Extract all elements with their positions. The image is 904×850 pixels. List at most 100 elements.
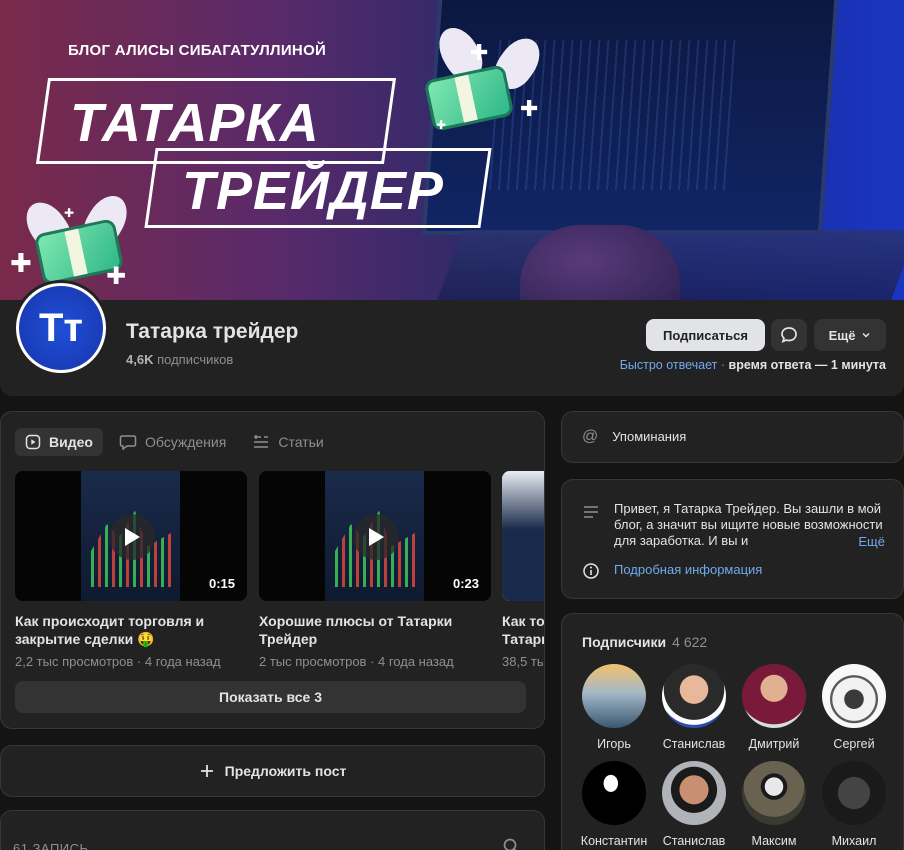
avatar bbox=[822, 664, 886, 728]
video-meta: 38,5 тыс bbox=[502, 654, 544, 669]
avatar bbox=[662, 761, 726, 825]
plus-icon bbox=[200, 765, 213, 777]
suggest-post-card[interactable]: Предложить пост bbox=[0, 745, 545, 797]
cross-sparkle-icon: ✚ bbox=[10, 248, 32, 278]
feed-card: 61 ЗАПИСЬ bbox=[0, 810, 545, 850]
video-duration: 0:23 bbox=[452, 576, 479, 591]
group-name: Татарка трейдер bbox=[126, 320, 299, 343]
member-item[interactable]: Дмитрий bbox=[734, 664, 814, 751]
avatar bbox=[742, 761, 806, 825]
cover-title-line2: ТРЕЙДЕР bbox=[182, 161, 444, 221]
members-card: Подписчики 4 622 Игорь Станислав Дмитрий … bbox=[561, 613, 904, 850]
tab-discussions[interactable]: Обсуждения bbox=[109, 428, 236, 456]
avatar-letters: Тт bbox=[16, 283, 106, 373]
chevron-down-icon bbox=[862, 332, 870, 338]
cover-banner: БЛОГ АЛИСЫ СИБАГАТУЛЛИНОЙ ТАТАРКА ТРЕЙДЕ… bbox=[0, 0, 904, 300]
video-icon bbox=[25, 434, 41, 450]
article-icon bbox=[254, 435, 269, 448]
details-link[interactable]: Подробная информация bbox=[614, 562, 762, 577]
search-icon[interactable] bbox=[502, 837, 520, 850]
members-header[interactable]: Подписчики 4 622 bbox=[582, 634, 707, 650]
video-thumbnail[interactable] bbox=[502, 471, 544, 601]
more-label: Ещё bbox=[828, 327, 856, 343]
member-name: Станислав bbox=[662, 737, 726, 751]
group-avatar[interactable]: Тт bbox=[13, 280, 109, 376]
more-button[interactable]: Ещё bbox=[814, 319, 886, 351]
subscribers-label: подписчиков bbox=[157, 352, 234, 367]
tab-articles-label: Статьи bbox=[278, 434, 324, 450]
member-item[interactable]: Максим bbox=[734, 761, 814, 848]
video-title[interactable]: Как то Татарк bbox=[502, 612, 544, 648]
video-frame bbox=[502, 471, 544, 601]
member-name: Михаил bbox=[831, 834, 877, 848]
mentions-row: @ Упоминания bbox=[582, 429, 686, 445]
video-card[interactable]: 0:23 Хорошие плюсы от Татарки Трейдер 2 т… bbox=[259, 471, 491, 669]
cross-sparkle-icon: ✚ bbox=[470, 40, 489, 65]
cover-blog-caption: БЛОГ АЛИСЫ СИБАГАТУЛЛИНОЙ bbox=[68, 42, 327, 59]
members-count: 4 622 bbox=[672, 634, 708, 650]
avatar bbox=[582, 761, 646, 825]
at-icon: @ bbox=[582, 428, 599, 445]
cross-sparkle-icon: ✚ bbox=[106, 263, 127, 290]
avatar bbox=[662, 664, 726, 728]
hand-decoration bbox=[520, 225, 680, 300]
video-title[interactable]: Хорошие плюсы от Татарки Трейдер bbox=[259, 612, 491, 648]
tab-articles[interactable]: Статьи bbox=[242, 428, 333, 456]
info-icon bbox=[583, 563, 599, 579]
member-name: Сергей bbox=[833, 737, 875, 751]
about-more-link[interactable]: Ещё bbox=[828, 534, 885, 549]
mentions-label: Упоминания bbox=[612, 429, 687, 444]
member-name: Максим bbox=[751, 834, 797, 848]
cross-sparkle-icon: ✚ bbox=[64, 206, 75, 220]
message-icon bbox=[781, 327, 797, 344]
video-title[interactable]: Как происходит торговля и закрытие сделки… bbox=[15, 612, 247, 648]
avatar bbox=[822, 761, 886, 825]
play-icon[interactable] bbox=[109, 514, 155, 560]
subscribe-button[interactable]: Подписаться bbox=[646, 319, 765, 351]
member-item[interactable]: Станислав bbox=[654, 761, 734, 848]
member-name: Игорь bbox=[597, 737, 631, 751]
subscribers-summary[interactable]: 4,6K подписчиков bbox=[126, 352, 233, 367]
description-icon bbox=[584, 506, 598, 518]
member-item[interactable]: Константин bbox=[574, 761, 654, 848]
play-icon[interactable] bbox=[353, 514, 399, 560]
members-title: Подписчики bbox=[582, 634, 667, 650]
chat-icon bbox=[119, 435, 137, 450]
member-name: Станислав bbox=[662, 834, 726, 848]
avatar bbox=[742, 664, 806, 728]
tab-video-label: Видео bbox=[49, 434, 93, 450]
cross-sparkle-icon: ✚ bbox=[436, 118, 447, 132]
tab-discussions-label: Обсуждения bbox=[144, 434, 227, 450]
suggest-post-label: Предложить пост bbox=[224, 763, 347, 779]
tab-video[interactable]: Видео bbox=[15, 428, 103, 456]
video-duration: 0:15 bbox=[208, 576, 235, 591]
details-row[interactable]: Подробная информация bbox=[582, 562, 762, 580]
response-info: Быстро отвечает · время ответа — 1 минут… bbox=[620, 358, 886, 372]
avatar bbox=[582, 664, 646, 728]
video-card[interactable]: 0:15 Как происходит торговля и закрытие с… bbox=[15, 471, 247, 669]
member-item[interactable]: Игорь bbox=[574, 664, 654, 751]
response-separator: · bbox=[717, 358, 729, 372]
video-thumbnail[interactable]: 0:15 bbox=[15, 471, 247, 601]
video-meta: 2,2 тыс просмотров · 4 года назад bbox=[15, 654, 221, 669]
cover-title-line1: ТАТАРКА bbox=[70, 93, 320, 153]
video-thumbnail[interactable]: 0:23 bbox=[259, 471, 491, 601]
member-name: Дмитрий bbox=[748, 737, 800, 751]
response-fast[interactable]: Быстро отвечает bbox=[620, 358, 718, 372]
mentions-card[interactable]: @ Упоминания bbox=[561, 411, 904, 463]
member-item[interactable]: Сергей bbox=[814, 664, 894, 751]
response-time: время ответа — 1 минута bbox=[728, 358, 886, 372]
posts-count: 61 ЗАПИСЬ bbox=[13, 841, 89, 850]
cross-sparkle-icon: ✚ bbox=[520, 96, 539, 121]
show-all-videos-button[interactable]: Показать все 3 bbox=[15, 681, 526, 713]
video-card[interactable]: Как тоТатарк 38,5 тыс bbox=[502, 471, 544, 669]
about-card: Привет, я Татарка Трейдер. Вы зашли в мо… bbox=[561, 479, 904, 599]
video-meta: 2 тыс просмотров · 4 года назад bbox=[259, 654, 454, 669]
member-item[interactable]: Михаил bbox=[814, 761, 894, 848]
media-tabs: Видео Обсуждения Статьи bbox=[15, 428, 334, 456]
member-name: Константин bbox=[580, 834, 648, 848]
subscribers-count: 4,6K bbox=[126, 352, 154, 367]
media-card: Видео Обсуждения Статьи 0:15 Как происхо… bbox=[0, 411, 545, 729]
message-button[interactable] bbox=[771, 319, 807, 351]
member-item[interactable]: Станислав bbox=[654, 664, 734, 751]
